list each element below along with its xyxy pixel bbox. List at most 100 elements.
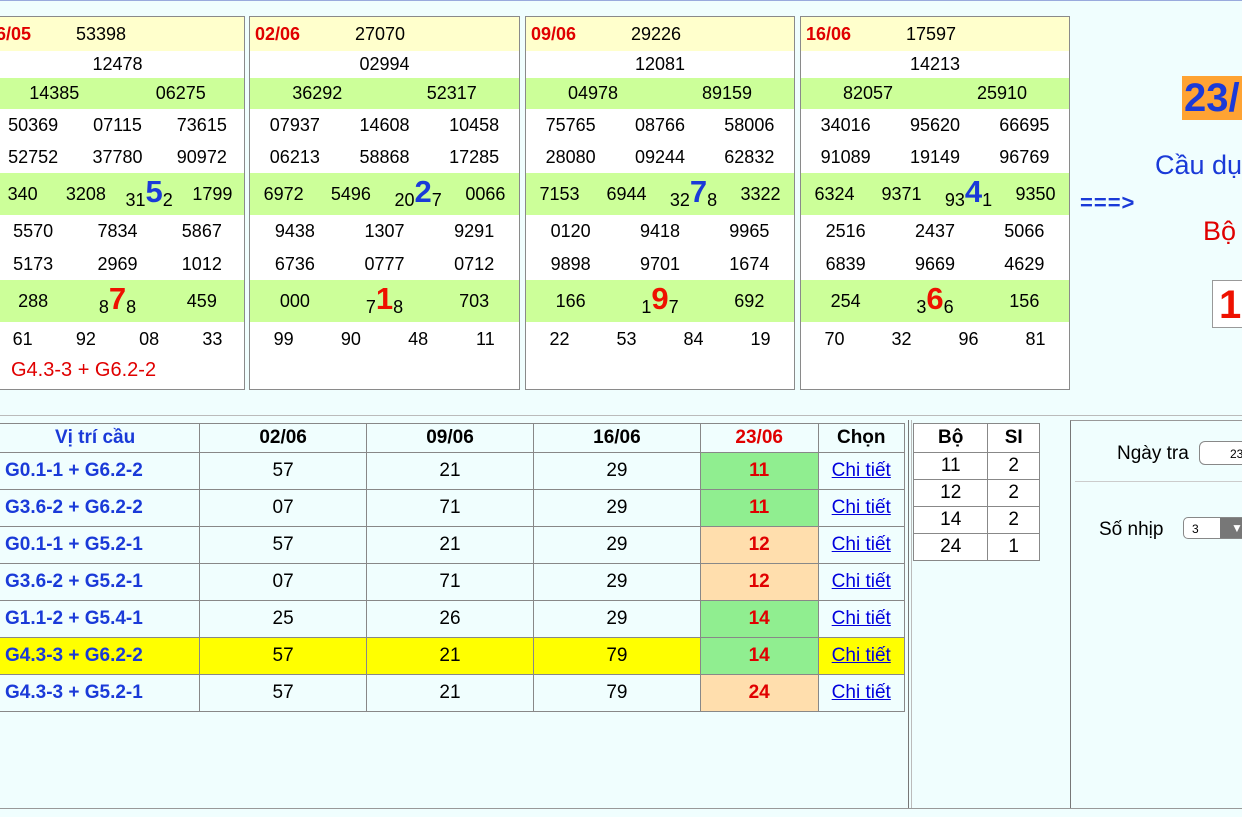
prize-6-b-post: 8 [393,296,404,317]
card-row-g3a: 50369 07115 73615 [0,109,244,141]
card-row-g1: 02994 [250,51,519,78]
cell-value-3: 29 [532,526,701,564]
cell-result: 14 [699,600,819,638]
detail-link[interactable]: Chi tiết [832,460,891,481]
prize-g5a-0: 5570 [13,221,54,241]
top-border [0,0,1242,1]
cell-value-2: 71 [366,563,534,601]
prize-g5b-0: 6736 [274,253,315,274]
prize-g5a-1: 2437 [914,221,956,241]
prize-g5a-0: 0120 [550,221,591,241]
prize-4-c-highlight: 5 [145,173,163,209]
header-date-2: 09/06 [366,423,534,453]
prize-g3a-0: 75765 [545,114,596,135]
prize-6-b-pre: 8 [98,296,109,317]
prize-g2-1: 89159 [701,83,753,103]
result-card: 6/05533981247814385062755036907115736155… [0,16,245,390]
bo-label: Bộ [1203,216,1237,246]
card-row-g7: 99 90 48 11 [250,322,519,356]
card-row-g7: 70 32 96 81 [801,322,1069,356]
header-date-3: 16/06 [532,423,701,453]
prize-g3a-2: 73615 [176,114,227,135]
card-row-g5b: 5173 2969 1012 [0,248,244,280]
detail-link[interactable]: Chi tiết [832,497,891,518]
prize-g5a-1: 1307 [364,221,405,241]
card-date: 6/05 [0,23,32,44]
prize-g7-3: 33 [202,328,223,349]
prize-g5b-1: 9669 [914,253,956,274]
prize-g3a-1: 95620 [909,114,961,135]
prize-6-c: 703 [459,290,490,311]
prize-4-c-post: 7 [431,189,442,210]
cell-chon: Chi tiết [817,674,905,712]
card-row-g3b: 52752 37780 90972 [0,141,244,173]
prize-4-c-post: 1 [982,189,993,210]
card-row-top: 02/06 27070 [250,17,519,51]
prize-6-b-highlight: 1 [375,280,394,316]
prize-4-a: 6324 [814,183,855,204]
card-row-g5b: 6736 0777 0712 [250,248,519,280]
prize-g7-0: 99 [273,328,294,349]
detail-link[interactable]: Chi tiết [832,682,891,703]
prize-4-d: 0066 [465,183,506,204]
cell-value-1: 57 [199,526,368,564]
prize-g5a-1: 9418 [639,221,681,241]
prize-g5b-1: 2969 [97,253,138,274]
card-row-top: 09/06 29226 [526,17,794,51]
prize-4-c-highlight: 4 [964,173,983,209]
prize-g5b-0: 9898 [550,253,591,274]
cell-chon: Chi tiết [817,637,905,675]
card-row-g6: 254 366 156 [801,280,1069,322]
prize-6-c: 692 [734,290,765,311]
card-row-g6: 000 718 703 [250,280,519,322]
card-row-g5a: 5570 7834 5867 [0,215,244,248]
prize-4-c: 3152 [118,176,181,210]
si-cell: 1 [987,533,1040,561]
prize-4-c-pre: 20 [394,189,415,210]
prize-g7-3: 19 [750,328,771,349]
prize-g5b-0: 5173 [13,253,54,274]
cau-table: Vị trí cầu 02/06 09/06 16/06 23/06 Chọn … [0,423,905,712]
cell-value-2: 21 [366,637,534,675]
first-prize: 14213 [909,54,961,74]
ngay-tra-input[interactable]: 23 [1199,441,1242,465]
prize-g3b-0: 28080 [545,146,596,167]
bo-value: 1 [1212,280,1242,328]
prize-6-b-post: 6 [943,296,954,317]
card-date: 02/06 [255,23,301,44]
cell-value-1: 57 [199,452,368,490]
cell-value-1: 57 [199,637,368,675]
card-row-g3b: 06213 58868 17285 [250,141,519,173]
prize-6-c: 459 [186,290,217,311]
prize-g3a-1: 08766 [634,114,686,135]
detail-link[interactable]: Chi tiết [832,608,891,629]
cell-result: 11 [699,489,819,527]
first-prize: 12478 [92,54,143,74]
cell-result: 12 [699,526,819,564]
prize-6-a: 166 [555,290,586,311]
card-row-top: 6/05 53398 [0,17,244,51]
cell-position: G4.3-3 + G5.2-1 [0,674,201,712]
cell-value-2: 21 [366,452,534,490]
special-prize: 53398 [76,23,127,44]
cell-value-2: 26 [366,600,534,638]
result-card: 09/06 29226 12081 04978 89159 75765 08766 58006… [525,16,795,390]
header-bo: Bộ [912,423,989,453]
detail-link[interactable]: Chi tiết [832,645,891,666]
prize-4-c: 2027 [385,176,452,210]
prize-4-c-pre: 31 [125,189,146,210]
detail-link[interactable]: Chi tiết [832,534,891,555]
card-row-g5a: 2516 2437 5066 [801,215,1069,248]
chevron-down-icon[interactable]: ▼ [1220,518,1242,538]
prize-g5b-1: 9701 [639,253,681,274]
prize-6-b-highlight: 9 [651,280,669,316]
header-target-date: 23/06 [699,423,819,453]
cell-position: G0.1-1 + G5.2-1 [0,526,201,564]
card-row-g1: 14213 [801,51,1069,78]
cell-value-3: 79 [532,637,701,675]
prize-g3a-2: 58006 [724,114,775,135]
detail-link[interactable]: Chi tiết [832,571,891,592]
prize-6-b-pre: 3 [916,296,927,317]
cell-position: G1.1-2 + G5.4-1 [0,600,201,638]
so-nhip-select[interactable]: 3 ▼ [1183,517,1242,539]
